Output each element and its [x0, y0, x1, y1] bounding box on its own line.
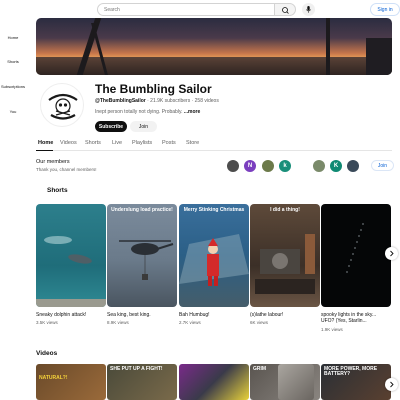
short-overlay-text: Merry Stinking Christmas — [183, 207, 245, 213]
skull-logo-icon — [48, 93, 78, 120]
member-avatar[interactable]: k — [279, 160, 291, 172]
channel-meta: @TheBumblingSailor · 21.9K subscribers ·… — [95, 98, 219, 104]
tab-live[interactable]: Live — [112, 140, 122, 146]
members-title: Our members — [36, 159, 70, 165]
channel-avatar[interactable] — [40, 83, 84, 127]
tab-shorts[interactable]: Shorts — [85, 140, 101, 146]
top-bar: Search Sign in — [0, 0, 400, 18]
short-title[interactable]: Bah Humbug! — [179, 312, 247, 318]
voice-search-button[interactable] — [302, 3, 315, 16]
active-tab-indicator — [36, 150, 53, 151]
video-card[interactable] — [179, 364, 249, 400]
nav-item-label: Subscriptions — [0, 84, 25, 89]
tab-home[interactable]: Home — [38, 140, 53, 146]
side-nav: Home Shorts Subscriptions You — [0, 18, 26, 400]
members-subtitle: Thank you, channel members! — [36, 167, 97, 172]
videos-section-title: Videos — [36, 350, 58, 357]
search-input[interactable]: Search — [97, 3, 275, 16]
short-card[interactable]: Underslung load practice! — [107, 204, 177, 307]
video-card[interactable]: NATURAL?! — [36, 364, 106, 400]
short-views: 6K views — [250, 320, 269, 325]
nav-item-label: Home — [7, 35, 19, 40]
member-avatar[interactable]: N — [244, 160, 256, 172]
channel-title: The Bumbling Sailor — [95, 82, 212, 96]
nav-item-you[interactable]: You — [0, 109, 26, 114]
tab-playlists[interactable]: Playlists — [132, 140, 152, 146]
santa-figure-icon — [179, 234, 249, 286]
video-overlay-text: NATURAL?! — [39, 375, 68, 381]
short-title[interactable]: spooky lights in the sky... UFO? (Yes, S… — [321, 312, 389, 324]
video-card[interactable]: MORE POWER, MORE BATTERY? — [321, 364, 391, 400]
short-overlay-text: I did a thing! — [270, 207, 300, 213]
tab-posts[interactable]: Posts — [162, 140, 176, 146]
starlink-lights-icon — [346, 223, 364, 273]
banner-mast — [326, 18, 330, 75]
sign-in-button[interactable]: Sign in — [370, 3, 400, 16]
video-overlay-text: SHE PUT UP A FIGHT! — [110, 366, 163, 372]
helicopter-icon — [119, 240, 174, 280]
shorts-next-button[interactable] — [385, 247, 398, 260]
members-join-button[interactable]: Join — [371, 160, 394, 171]
tab-store[interactable]: Store — [186, 140, 199, 146]
description-text: Inept person totally not dying. Probably… — [95, 109, 184, 115]
short-title[interactable]: Sea king, best king. — [107, 312, 175, 318]
mic-icon — [305, 6, 312, 13]
channel-description[interactable]: Inept person totally not dying. Probably… — [95, 109, 200, 115]
channel-page: Search Sign in Home Shorts Subscriptions — [0, 0, 400, 400]
lathe-icon — [255, 234, 315, 294]
subscribe-button[interactable]: Subscribe — [95, 121, 127, 132]
member-avatar[interactable]: K — [330, 160, 342, 172]
dolphin-icon — [36, 236, 106, 307]
subscriber-count: 21.9K subscribers — [150, 98, 191, 104]
nav-item-shorts[interactable]: Shorts — [0, 59, 26, 64]
short-views: 1.9K views — [321, 327, 343, 332]
video-count: 258 videos — [194, 98, 219, 104]
chevron-right-icon — [390, 381, 394, 388]
shorts-section-title: Shorts — [47, 187, 68, 194]
videos-next-button[interactable] — [385, 378, 398, 391]
short-card[interactable]: I did a thing! — [250, 204, 320, 307]
short-overlay-text: Underslung load practice! — [111, 207, 173, 213]
search-button[interactable] — [275, 3, 296, 16]
short-card[interactable] — [321, 204, 391, 307]
short-views: 3.5K views — [36, 320, 58, 325]
video-card[interactable] — [278, 364, 314, 400]
nav-item-home[interactable]: Home — [0, 35, 26, 40]
video-overlay-text: GRIM — [253, 366, 267, 372]
chevron-right-icon — [390, 250, 394, 257]
video-overlay-text: MORE POWER, MORE BATTERY? — [324, 366, 378, 377]
join-button[interactable]: Join — [130, 121, 157, 132]
nav-item-label: Shorts — [7, 59, 19, 64]
channel-banner — [36, 18, 392, 75]
nav-item-subscriptions[interactable]: Subscriptions — [0, 84, 26, 89]
member-avatar[interactable] — [262, 160, 274, 172]
short-views: 2.7K views — [179, 320, 201, 325]
member-avatar[interactable] — [347, 160, 359, 172]
member-avatar[interactable] — [227, 160, 239, 172]
short-card[interactable]: Merry Stinking Christmas — [179, 204, 249, 307]
short-title[interactable]: (s)lathe labour! — [250, 312, 318, 318]
member-avatar[interactable] — [313, 160, 325, 172]
video-card[interactable]: SHE PUT UP A FIGHT! — [107, 364, 177, 400]
banner-ground — [36, 57, 392, 75]
more-link[interactable]: ...more — [184, 109, 200, 115]
tab-videos[interactable]: Videos — [60, 140, 77, 146]
channel-tabs: Home Videos Shorts Live Playlists Posts … — [36, 138, 392, 151]
search-icon — [282, 7, 289, 14]
short-card[interactable] — [36, 204, 106, 307]
short-title[interactable]: Sneaky dolphin attack! — [36, 312, 104, 318]
nav-item-label: You — [9, 109, 17, 114]
banner-rigging — [366, 38, 392, 75]
channel-handle: @TheBumblingSailor — [95, 98, 146, 104]
short-views: 8.9K views — [107, 320, 129, 325]
